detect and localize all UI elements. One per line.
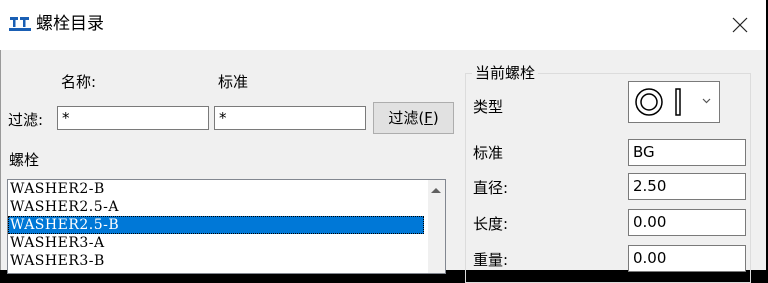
length-label: 长度: (473, 215, 509, 233)
name-column-header: 名称: (61, 73, 97, 91)
type-label: 类型 (473, 98, 504, 116)
window-left-border (0, 50, 1, 270)
standard-filter-input[interactable]: * (214, 106, 366, 130)
diameter-label: 直径: (473, 179, 509, 197)
list-item[interactable]: WASHER2-B (8, 180, 424, 198)
standard-field[interactable]: BG (628, 139, 746, 166)
bolt-app-icon (9, 17, 31, 31)
list-item[interactable]: WASHER3-A (8, 234, 424, 252)
scroll-up-icon[interactable] (431, 188, 441, 193)
current-bolt-legend: 当前螺栓 (472, 63, 539, 83)
standard-label: 标准 (473, 144, 504, 162)
type-combobox[interactable] (628, 81, 720, 123)
vertical-scrollbar[interactable] (428, 180, 445, 273)
filter-label: 过滤: (8, 111, 44, 129)
diameter-field[interactable]: 2.50 (628, 173, 746, 200)
close-icon[interactable] (722, 10, 758, 40)
chevron-down-icon[interactable] (702, 96, 711, 105)
title-bar: 螺栓目录 (0, 0, 766, 50)
name-filter-input[interactable]: * (57, 106, 209, 130)
length-field[interactable]: 0.00 (628, 209, 746, 236)
weight-field[interactable]: 0.00 (628, 245, 746, 272)
list-item[interactable]: WASHER2.5-A (8, 198, 424, 216)
list-item[interactable]: WASHER3-B (8, 252, 424, 270)
weight-label: 重量: (473, 251, 509, 269)
washer-profile-icon (635, 88, 681, 116)
standard-column-header: 标准 (218, 73, 249, 91)
filter-button-mnemonic: F (424, 109, 433, 127)
bolts-label: 螺栓 (9, 151, 40, 169)
window-title: 螺栓目录 (36, 14, 104, 34)
list-item-selected[interactable]: WASHER2.5-B (8, 216, 424, 234)
filter-button[interactable]: 过滤(F) (373, 102, 454, 134)
filter-button-suffix: ) (432, 109, 439, 127)
bolt-catalog-dialog: 螺栓目录 名称: 标准 过滤: * * 过滤(F) 螺栓 WASHER2-B W… (0, 0, 766, 283)
filter-button-label: 过滤( (388, 109, 425, 127)
bolt-listbox[interactable]: WASHER2-B WASHER2.5-A WASHER2.5-B WASHER… (7, 179, 446, 274)
